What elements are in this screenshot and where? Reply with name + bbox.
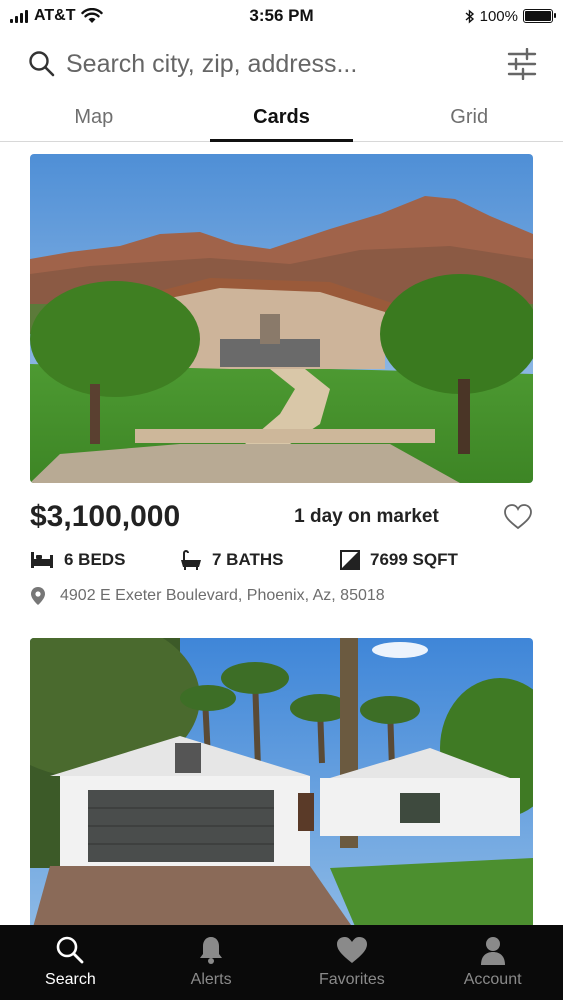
baths-spec: 7 BATHS (180, 550, 340, 570)
listings-feed: $3,100,000 1 day on market 6 BEDS 7 BATH… (0, 143, 563, 925)
battery-percent: 100% (479, 7, 518, 25)
battery-group: 100% (465, 7, 556, 25)
bluetooth-icon (465, 8, 474, 24)
listing-card[interactable]: $3,100,000 1 day on market 6 BEDS 7 BATH… (30, 154, 533, 609)
beds-spec: 6 BEDS (30, 550, 180, 570)
listing-photo[interactable] (30, 154, 533, 483)
tab-cards[interactable]: Cards (188, 96, 376, 142)
listing-photo[interactable] (30, 638, 533, 925)
baths-label: 7 BATHS (212, 550, 284, 569)
listing-price: $3,100,000 (30, 500, 181, 533)
nav-account-label: Account (463, 971, 522, 988)
tab-grid[interactable]: Grid (375, 96, 563, 141)
battery-icon (523, 9, 556, 23)
tab-map[interactable]: Map (0, 96, 188, 141)
address-text: 4902 E Exeter Boulevard, Phoenix, Az, 85… (60, 587, 385, 604)
area-icon (340, 550, 360, 570)
signal-icon (10, 9, 28, 23)
search-input[interactable] (66, 44, 507, 84)
filter-button[interactable] (507, 48, 537, 80)
status-bar: AT&T 3:56 PM 100% (0, 0, 563, 32)
location-pin-icon (31, 587, 45, 605)
nav-search-label: Search (45, 971, 96, 988)
search-bar (0, 38, 563, 90)
view-tabs: Map Cards Grid (0, 96, 563, 142)
wifi-icon (81, 8, 104, 23)
nav-account[interactable]: Account (422, 925, 563, 1000)
nav-favorites-label: Favorites (318, 971, 385, 988)
days-on-market: 1 day on market (294, 506, 439, 527)
search-icon (57, 936, 84, 964)
nav-search[interactable]: Search (0, 925, 141, 1000)
bottom-nav: Search Alerts Favorites Account (0, 925, 563, 1000)
sqft-spec: 7699 SQFT (340, 550, 458, 570)
listing-specs: 6 BEDS 7 BATHS 7699 SQFT (30, 547, 533, 573)
search-icon (29, 51, 55, 77)
nav-favorites[interactable]: Favorites (282, 925, 423, 1000)
carrier-label: AT&T (34, 7, 76, 24)
bed-icon (31, 552, 53, 568)
person-icon (480, 937, 505, 965)
bathtub-icon (181, 550, 201, 570)
listing-address: 4902 E Exeter Boulevard, Phoenix, Az, 85… (30, 583, 533, 609)
heart-icon (336, 937, 367, 963)
favorite-button[interactable] (503, 503, 533, 531)
heart-outline-icon (504, 504, 532, 530)
price-row: $3,100,000 1 day on market (30, 500, 533, 533)
listing-card[interactable] (30, 638, 533, 925)
sqft-label: 7699 SQFT (370, 550, 458, 569)
nav-alerts-label: Alerts (190, 971, 232, 988)
bell-icon (200, 937, 223, 964)
beds-label: 6 BEDS (64, 550, 126, 569)
nav-alerts[interactable]: Alerts (141, 925, 282, 1000)
carrier-group: AT&T (10, 7, 160, 25)
filter-sliders-icon (507, 48, 537, 80)
